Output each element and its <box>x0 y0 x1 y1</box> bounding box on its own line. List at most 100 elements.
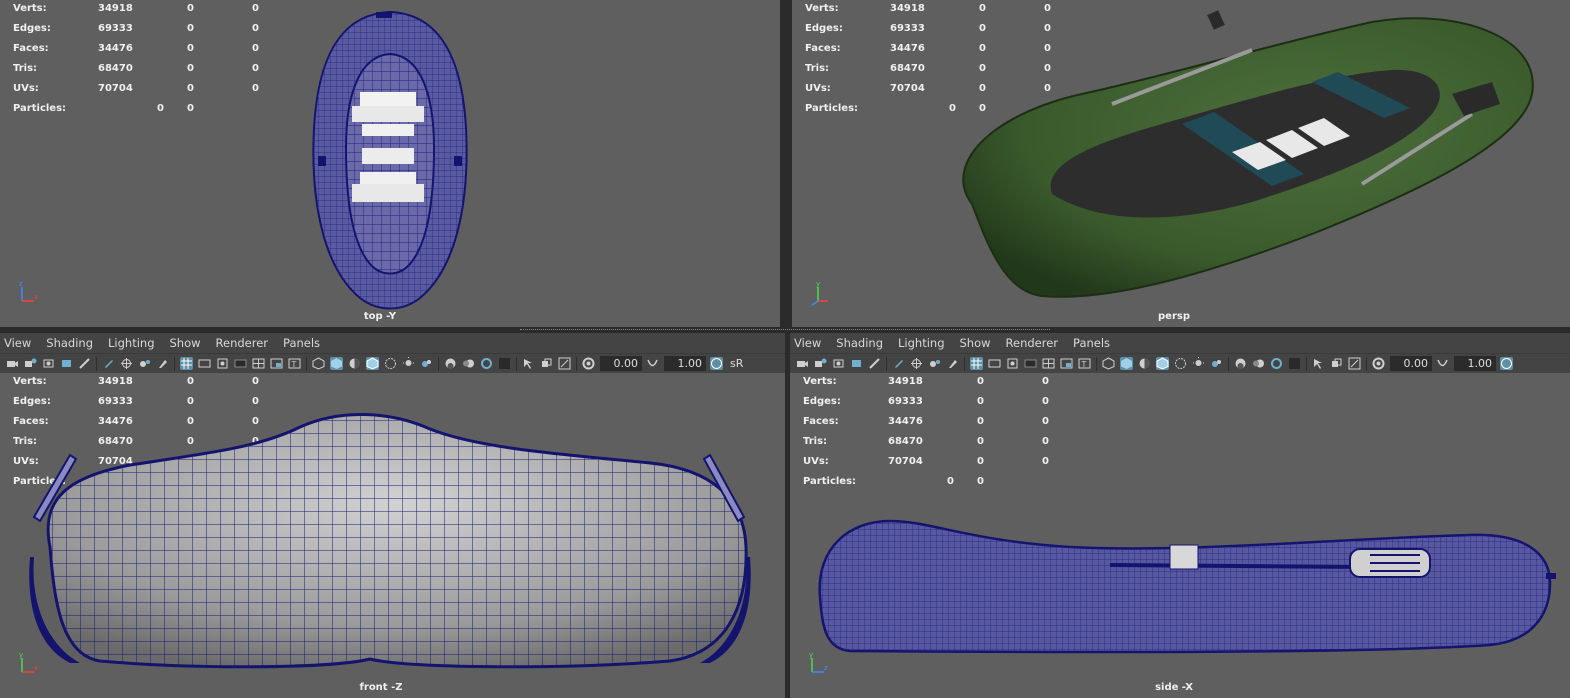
gamma-icon[interactable] <box>646 357 659 370</box>
axis-gizmo: y <box>806 279 836 309</box>
image-plane-icon[interactable] <box>850 357 863 370</box>
xray-active-icon[interactable] <box>1348 357 1361 370</box>
gate-mask-icon[interactable] <box>1024 357 1037 370</box>
menu-show[interactable]: Show <box>960 336 997 350</box>
ambient-occlusion-icon[interactable] <box>444 357 457 370</box>
camera-attributes-icon[interactable] <box>24 357 37 370</box>
depth-of-field-icon[interactable] <box>498 357 511 370</box>
shadows-icon[interactable] <box>1210 357 1223 370</box>
xray-joints-icon[interactable] <box>540 357 553 370</box>
bookmark-icon[interactable] <box>832 357 845 370</box>
anti-aliasing-icon[interactable] <box>480 357 493 370</box>
color-management-icon[interactable] <box>710 357 723 370</box>
gamma-field[interactable]: 1.00 <box>1454 356 1496 371</box>
paint-icon[interactable] <box>156 357 169 370</box>
xray-joints-icon[interactable] <box>1330 357 1343 370</box>
gamma-icon[interactable] <box>1436 357 1449 370</box>
menu-renderer[interactable]: Renderer <box>216 336 275 350</box>
camera-icon[interactable] <box>6 357 19 370</box>
isolate-select-icon[interactable] <box>522 357 535 370</box>
boat-wireframe-side[interactable] <box>810 517 1562 657</box>
menu-shading[interactable]: Shading <box>46 336 99 350</box>
field-chart-icon[interactable] <box>1042 357 1055 370</box>
camera-label: top -Y <box>363 311 397 322</box>
film-gate-mask-icon[interactable] <box>988 357 1001 370</box>
grease-pencil-icon[interactable] <box>892 357 905 370</box>
safe-action-icon[interactable] <box>1060 357 1073 370</box>
menu-renderer[interactable]: Renderer <box>1006 336 1065 350</box>
smooth-shade-icon[interactable] <box>1120 357 1133 370</box>
boat-wireframe-front[interactable] <box>10 407 770 669</box>
paint-icon[interactable] <box>946 357 959 370</box>
menu-panels[interactable]: Panels <box>283 336 326 350</box>
exposure-field[interactable]: 0.00 <box>1390 356 1432 371</box>
film-gate-icon[interactable] <box>928 357 941 370</box>
color-management-icon[interactable] <box>1500 357 1513 370</box>
resolution-gate-icon[interactable] <box>216 357 229 370</box>
toolbar-separator <box>96 356 97 371</box>
toolbar-separator <box>1366 356 1367 371</box>
smooth-shade-icon[interactable] <box>330 357 343 370</box>
2d-pan-zoom-icon[interactable] <box>78 357 91 370</box>
wireframe-icon[interactable] <box>312 357 325 370</box>
camera-icon[interactable] <box>796 357 809 370</box>
wireframe-on-shaded-icon[interactable] <box>1156 357 1169 370</box>
menu-view[interactable]: View <box>4 336 37 350</box>
resolution-gate-icon[interactable] <box>1006 357 1019 370</box>
field-chart-icon[interactable] <box>252 357 265 370</box>
exposure-field[interactable]: 0.00 <box>600 356 642 371</box>
xray-icon[interactable] <box>1174 357 1187 370</box>
film-gate-icon[interactable] <box>138 357 151 370</box>
gate-mask-icon[interactable] <box>234 357 247 370</box>
wireframe-on-shaded-icon[interactable] <box>366 357 379 370</box>
menu-panels[interactable]: Panels <box>1073 336 1116 350</box>
toolbar-separator <box>1306 356 1307 371</box>
default-material-icon[interactable] <box>348 357 361 370</box>
bookmark-icon[interactable] <box>42 357 55 370</box>
motion-blur-icon[interactable] <box>1252 357 1265 370</box>
wireframe-icon[interactable] <box>1102 357 1115 370</box>
exposure-icon[interactable] <box>582 357 595 370</box>
viewport-side[interactable]: View Shading Lighting Show Renderer Pane… <box>790 333 1570 698</box>
gamma-field[interactable]: 1.00 <box>664 356 706 371</box>
film-gate-mask-icon[interactable] <box>198 357 211 370</box>
menu-shading[interactable]: Shading <box>836 336 889 350</box>
menu-lighting[interactable]: Lighting <box>108 336 160 350</box>
menu-show[interactable]: Show <box>170 336 207 350</box>
safe-action-icon[interactable] <box>270 357 283 370</box>
lights-icon[interactable] <box>1192 357 1205 370</box>
camera-attributes-icon[interactable] <box>814 357 827 370</box>
grid-icon[interactable] <box>120 357 133 370</box>
default-material-icon[interactable] <box>1138 357 1151 370</box>
isolate-select-icon[interactable] <box>1312 357 1325 370</box>
shadows-icon[interactable] <box>420 357 433 370</box>
safe-title-icon[interactable]: T <box>288 357 301 370</box>
menu-view[interactable]: View <box>794 336 827 350</box>
panel-menubar: View Shading Lighting Show Renderer Pane… <box>790 333 1570 353</box>
svg-text:T: T <box>291 360 297 369</box>
viewport-top[interactable]: Verts: 34918 0 0 Edges: 69333 0 0 Faces: 34476 0… <box>0 0 780 327</box>
depth-of-field-icon[interactable] <box>1288 357 1301 370</box>
svg-text:z: z <box>19 280 23 288</box>
toolbar-separator <box>1096 356 1097 371</box>
viewport-front[interactable]: View Shading Lighting Show Renderer Pane… <box>0 333 785 698</box>
grease-pencil-icon[interactable] <box>102 357 115 370</box>
grid-toggle-icon[interactable] <box>970 357 983 370</box>
anti-aliasing-icon[interactable] <box>1270 357 1283 370</box>
motion-blur-icon[interactable] <box>462 357 475 370</box>
boat-wireframe-top[interactable] <box>300 8 480 316</box>
xray-active-icon[interactable] <box>558 357 571 370</box>
viewport-persp[interactable]: Verts: 34918 0 0 Edges: 69333 0 0 Faces: 34476 0… <box>792 0 1570 327</box>
boat-shaded-persp[interactable] <box>932 4 1552 314</box>
ambient-occlusion-icon[interactable] <box>1234 357 1247 370</box>
grid-toggle-icon[interactable] <box>180 357 193 370</box>
color-space-label[interactable]: sR <box>730 357 743 370</box>
grid-icon[interactable] <box>910 357 923 370</box>
xray-icon[interactable] <box>384 357 397 370</box>
safe-title-icon[interactable]: T <box>1078 357 1091 370</box>
2d-pan-zoom-icon[interactable] <box>868 357 881 370</box>
exposure-icon[interactable] <box>1372 357 1385 370</box>
lights-icon[interactable] <box>402 357 415 370</box>
menu-lighting[interactable]: Lighting <box>898 336 950 350</box>
image-plane-icon[interactable] <box>60 357 73 370</box>
